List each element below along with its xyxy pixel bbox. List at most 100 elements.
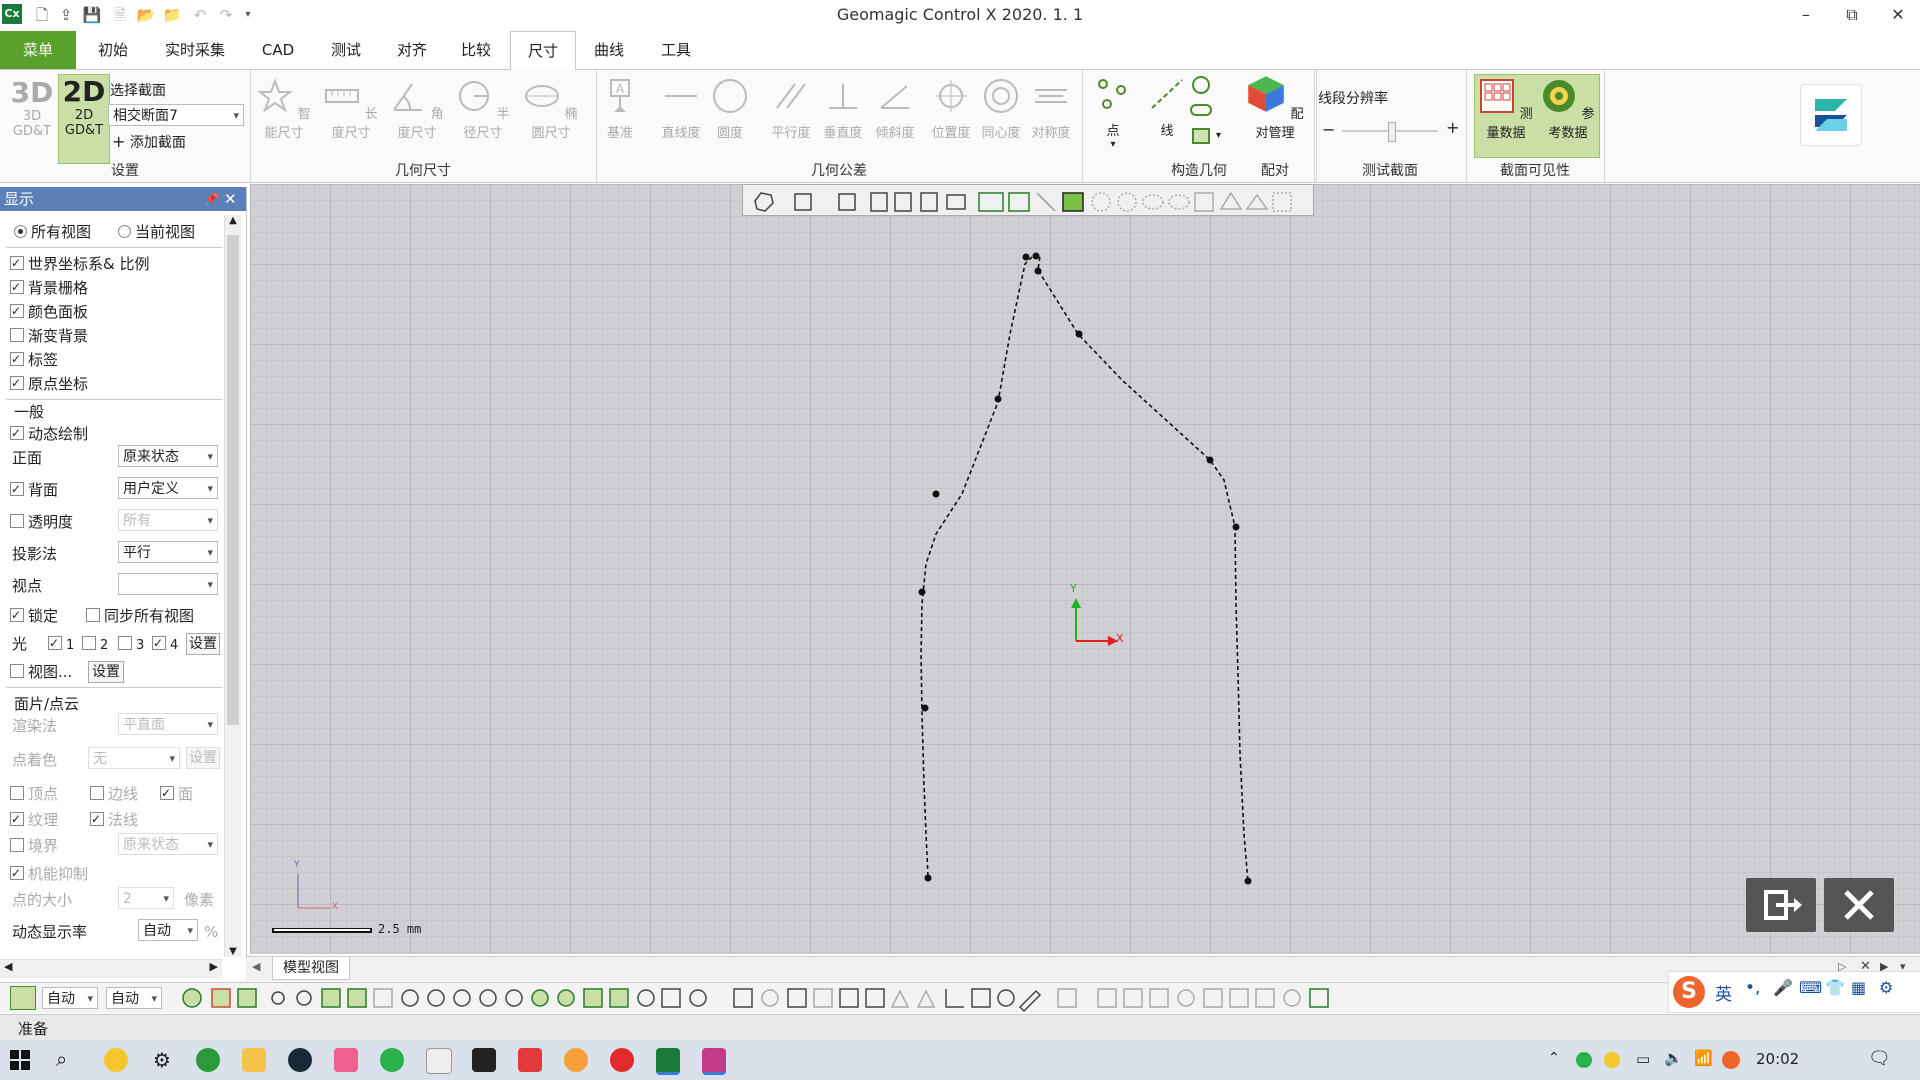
sogou-logo-icon[interactable]: S <box>1673 976 1705 1008</box>
add-section-button[interactable]: + 添加截面 <box>112 132 186 152</box>
view-split-icon[interactable] <box>920 192 938 212</box>
view-iso-icon[interactable] <box>754 192 774 212</box>
light-2-checkbox[interactable]: 2 <box>82 635 108 657</box>
light-4-checkbox[interactable]: 4 <box>152 632 178 657</box>
display-item-origin[interactable]: 原点坐标 <box>10 372 88 395</box>
ime-skin-icon[interactable]: 👕 <box>1825 978 1845 997</box>
face-checkbox[interactable]: 面 <box>160 782 193 805</box>
ime-keyboard-icon[interactable]: ⌨ <box>1799 978 1822 997</box>
tray-wechat-icon[interactable] <box>1576 1052 1592 1068</box>
point-dropdown-icon[interactable]: ▾ <box>1088 139 1138 150</box>
tool-report8-icon[interactable] <box>1283 989 1301 1007</box>
section-point[interactable] <box>924 874 932 882</box>
point-color-select[interactable]: 无 <box>88 747 180 770</box>
lock-checkbox[interactable]: 锁定 <box>10 604 58 627</box>
panel-hscrollbar[interactable]: ◀ ▶ <box>0 959 222 978</box>
restore-button[interactable]: ⧉ <box>1832 2 1872 28</box>
tray-chevron-icon[interactable]: ⌃ <box>1548 1050 1560 1066</box>
filter-vertex-icon[interactable] <box>296 990 312 1006</box>
taskbar-app-6-icon[interactable] <box>610 1048 634 1072</box>
select-rect-icon[interactable] <box>1062 192 1084 212</box>
radius-dimension-button[interactable]: 半径尺寸 <box>452 78 514 141</box>
battery-icon[interactable]: ▭ <box>1636 1050 1650 1068</box>
filter-group11-icon[interactable] <box>661 988 681 1008</box>
model-viewport[interactable]: Y X Y X 2.5 mm <box>250 184 1920 954</box>
view-front-icon[interactable] <box>838 193 856 211</box>
select-brush-icon[interactable] <box>1194 192 1214 212</box>
light-1-checkbox[interactable]: 1 <box>48 632 74 657</box>
filter-group5-icon[interactable] <box>505 989 523 1007</box>
filter-group6-icon[interactable] <box>531 989 549 1007</box>
select-line-icon[interactable] <box>1036 192 1056 212</box>
cancel-mode-button[interactable] <box>1824 878 1894 932</box>
select-plane-icon[interactable] <box>1219 191 1243 210</box>
filter-mesh-icon[interactable] <box>182 988 202 1008</box>
symmetry-button[interactable]: 对称度 <box>1026 78 1076 141</box>
tool-report3-icon[interactable] <box>1149 988 1169 1008</box>
all-views-radio[interactable]: 所有视图 <box>14 221 91 243</box>
roundness-button[interactable]: 圆度 <box>708 78 752 141</box>
tool-box5-icon[interactable] <box>865 988 885 1008</box>
straightness-button[interactable]: 直线度 <box>656 78 706 141</box>
tab-menu[interactable]: 菜单 <box>0 31 76 69</box>
tray-sogou-icon[interactable] <box>1722 1051 1740 1069</box>
view-top-icon[interactable] <box>870 192 888 212</box>
search-icon[interactable]: ⌕ <box>56 1047 67 1071</box>
dynamic-draw-checkbox[interactable]: 动态绘制 <box>10 422 88 445</box>
angularity-button[interactable]: 倾斜度 <box>870 78 920 141</box>
volume-icon[interactable]: 🔈 <box>1664 1049 1683 1067</box>
scroll-up-icon[interactable]: ▲ <box>225 215 241 226</box>
section-point[interactable] <box>994 395 1002 403</box>
section-curve-left[interactable] <box>920 254 1035 877</box>
section-curve-right[interactable] <box>1033 254 1249 883</box>
tool-add-icon[interactable] <box>1309 988 1329 1008</box>
selection-filter-select[interactable]: 自动 <box>42 987 98 1010</box>
3d-gdt-button[interactable]: 3D 3D GD&T <box>8 76 56 162</box>
measured-data-button[interactable]: 测量数据 <box>1476 78 1536 141</box>
filter-group2-icon[interactable] <box>427 989 445 1007</box>
ime-language-toggle[interactable]: 英 <box>1715 980 1732 1005</box>
tool-pen-icon[interactable] <box>1018 989 1042 1013</box>
section-point[interactable] <box>1032 252 1040 260</box>
filter-group12-icon[interactable] <box>689 989 707 1007</box>
resolution-decrease-button[interactable]: − <box>1322 120 1335 139</box>
taskbar-steam-icon[interactable] <box>288 1048 312 1072</box>
select-circle2-icon[interactable] <box>1117 192 1137 212</box>
start-button[interactable] <box>10 1050 30 1070</box>
render-select[interactable]: 平直面 <box>118 713 218 736</box>
boundary-select[interactable]: 原来状态 <box>118 833 218 856</box>
light-3-checkbox[interactable]: 3 <box>118 635 144 657</box>
section-select[interactable]: 相交断面7 <box>108 104 244 127</box>
ellipse-dimension-button[interactable]: 椭圆尺寸 <box>520 78 582 141</box>
projection-select[interactable]: 平行 <box>118 541 218 564</box>
minimize-button[interactable]: – <box>1786 2 1826 28</box>
selection-mode-icon[interactable] <box>10 986 36 1010</box>
viewpoint-select[interactable] <box>118 573 218 596</box>
panel-close-icon[interactable]: ✕ <box>224 187 237 211</box>
taskbar-app-1-icon[interactable] <box>104 1048 128 1072</box>
sync-views-checkbox[interactable]: 同步所有视图 <box>86 605 194 627</box>
tool-axis-icon[interactable] <box>945 989 964 1008</box>
tab-cad[interactable]: CAD <box>248 31 308 69</box>
resolution-increase-button[interactable]: + <box>1446 118 1459 137</box>
suppress-checkbox[interactable]: 机能抑制 <box>10 862 88 885</box>
dynamic-rate-select[interactable]: 自动 <box>138 919 198 942</box>
select-extend-icon[interactable] <box>1245 193 1269 210</box>
tab-dimension[interactable]: 尺寸 <box>510 31 576 71</box>
scroll-thumb[interactable] <box>227 235 239 725</box>
perpendicularity-button[interactable]: 垂直度 <box>818 78 868 141</box>
tool-grid-icon[interactable] <box>971 988 991 1008</box>
taskbar-explorer-icon[interactable] <box>242 1048 266 1072</box>
section-point[interactable] <box>1232 523 1240 531</box>
filter-feature-icon[interactable] <box>321 988 341 1008</box>
tab-test[interactable]: 测试 <box>316 31 376 69</box>
tab-compare[interactable]: 比较 <box>448 31 504 69</box>
section-point[interactable] <box>1206 456 1214 464</box>
circle-construct-icon[interactable] <box>1192 76 1210 94</box>
point-color-settings-button[interactable]: 设置 <box>186 747 220 769</box>
position-button[interactable]: 位置度 <box>926 78 976 141</box>
transparency-checkbox[interactable]: 透明度 <box>10 511 73 533</box>
display-item-labels[interactable]: 标签 <box>10 348 58 371</box>
filter-point-icon[interactable] <box>271 991 285 1005</box>
view-checkbox[interactable]: 视图... <box>10 661 72 683</box>
